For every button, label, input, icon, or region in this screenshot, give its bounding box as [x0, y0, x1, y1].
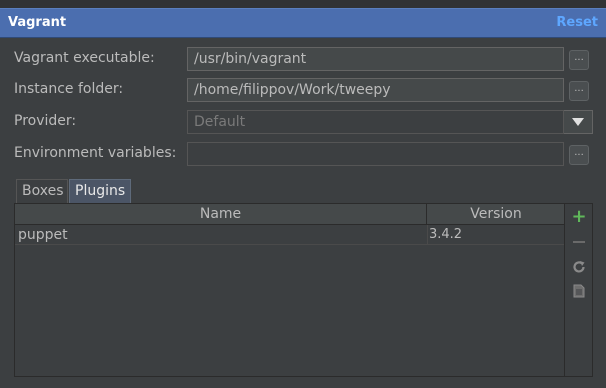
vagrant-executable-browse-button[interactable]: ... — [569, 50, 589, 70]
provider-select[interactable]: Default — [187, 110, 564, 134]
column-header-name[interactable]: Name — [15, 204, 427, 224]
remove-icon — [573, 241, 585, 243]
section-header: Vagrant Reset — [0, 8, 606, 38]
column-header-version[interactable]: Version — [428, 204, 564, 224]
add-plugin-button[interactable]: + — [570, 208, 588, 226]
instance-folder-input[interactable] — [187, 78, 564, 102]
table-toolbar: + — [565, 203, 593, 377]
document-icon — [573, 284, 585, 298]
refresh-plugin-button[interactable] — [570, 258, 588, 276]
environment-variables-label: Environment variables: — [14, 145, 177, 161]
column-divider — [427, 225, 428, 245]
environment-variables-input[interactable] — [187, 142, 564, 166]
vagrant-executable-label: Vagrant executable: — [14, 50, 155, 66]
section-title: Vagrant — [8, 15, 67, 30]
remove-plugin-button[interactable] — [570, 233, 588, 251]
environment-variables-browse-button[interactable]: ... — [569, 145, 589, 165]
top-band — [0, 0, 606, 8]
provider-label: Provider: — [14, 113, 77, 129]
plugins-table: Name Version puppet 3.4.2 — [14, 203, 565, 377]
add-icon: + — [571, 206, 587, 227]
chevron-down-icon — [572, 118, 584, 126]
tab-boxes[interactable]: Boxes — [16, 179, 68, 203]
refresh-icon — [573, 261, 585, 273]
reset-link[interactable]: Reset — [556, 15, 598, 30]
table-row[interactable]: puppet 3.4.2 — [15, 225, 564, 245]
plugin-version-cell: 3.4.2 — [429, 227, 463, 242]
tab-plugins[interactable]: Plugins — [69, 179, 131, 203]
plugin-details-button[interactable] — [570, 282, 588, 300]
plugin-name-cell: puppet — [18, 227, 68, 243]
vagrant-executable-input[interactable] — [187, 47, 564, 71]
instance-folder-browse-button[interactable]: ... — [569, 81, 589, 101]
instance-folder-label: Instance folder: — [14, 81, 124, 97]
table-header: Name Version — [15, 204, 564, 225]
provider-dropdown-button[interactable] — [564, 110, 593, 134]
